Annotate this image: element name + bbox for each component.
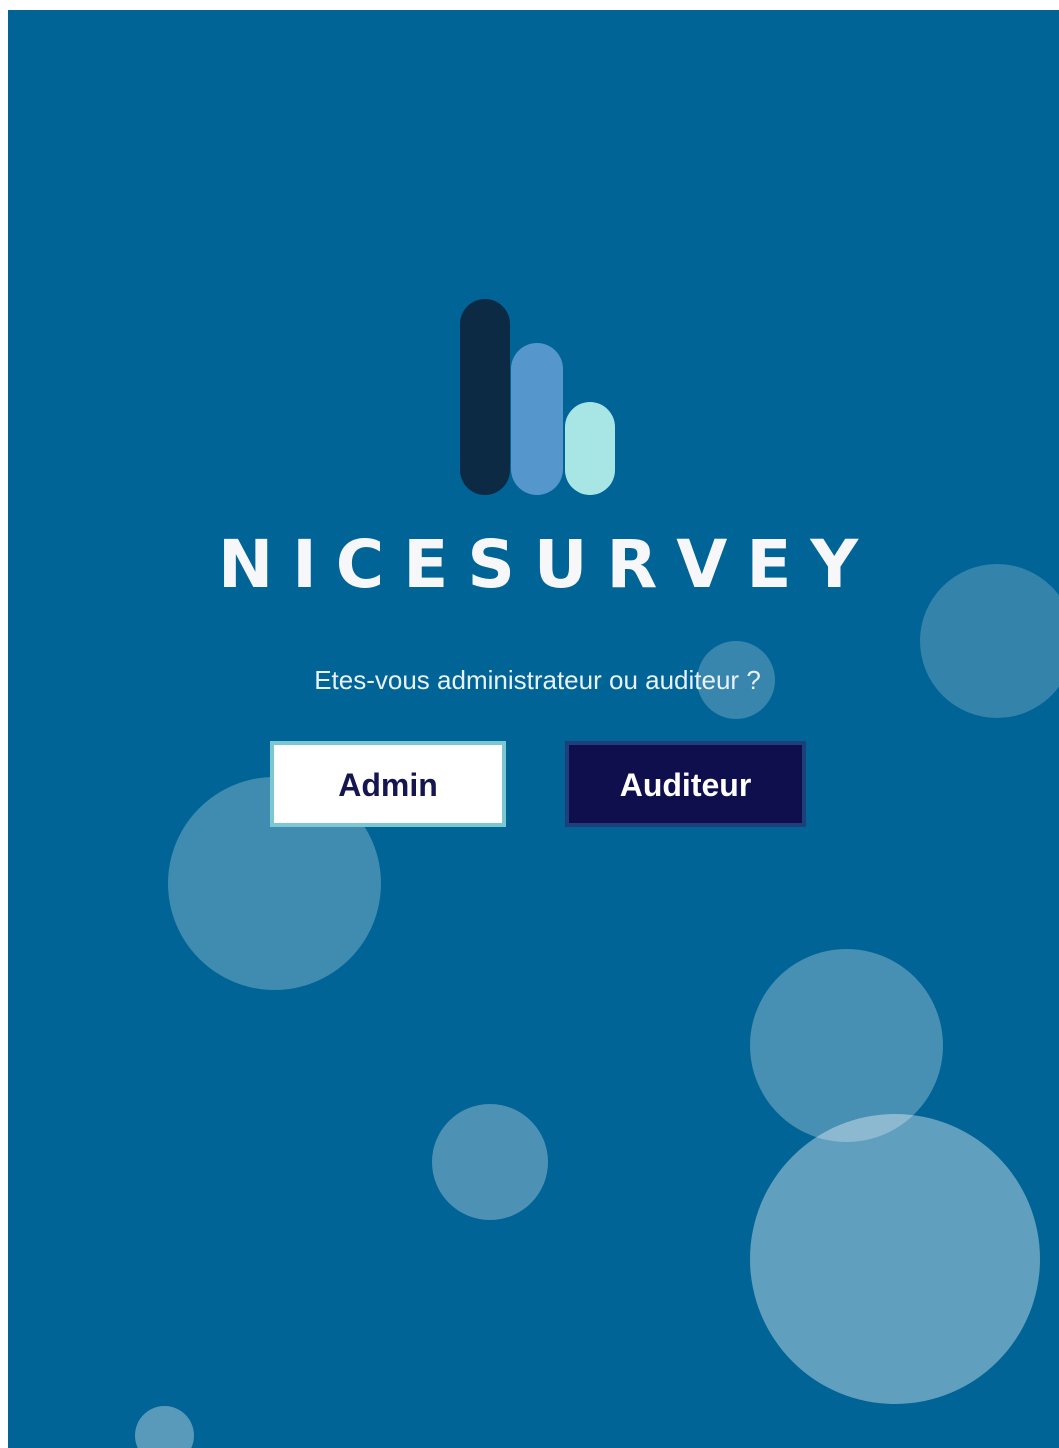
auditeur-button[interactable]: Auditeur bbox=[565, 741, 806, 827]
admin-button[interactable]: Admin bbox=[270, 741, 506, 827]
logo-bar-light bbox=[565, 402, 615, 495]
decorative-bubble bbox=[135, 1406, 194, 1448]
decorative-bubble bbox=[432, 1104, 548, 1220]
decorative-bubble bbox=[750, 1114, 1040, 1404]
bar-chart-logo-icon bbox=[458, 299, 618, 495]
decorative-bubble bbox=[750, 949, 943, 1142]
role-question: Etes-vous administrateur ou auditeur ? bbox=[314, 665, 761, 695]
logo-bar-mid bbox=[511, 343, 563, 495]
landing-screen: NICESURVEY Etes-vous administrateur ou a… bbox=[8, 10, 1059, 1448]
logo-bar-dark bbox=[460, 299, 510, 495]
brand-name: NICESURVEY bbox=[218, 526, 878, 603]
